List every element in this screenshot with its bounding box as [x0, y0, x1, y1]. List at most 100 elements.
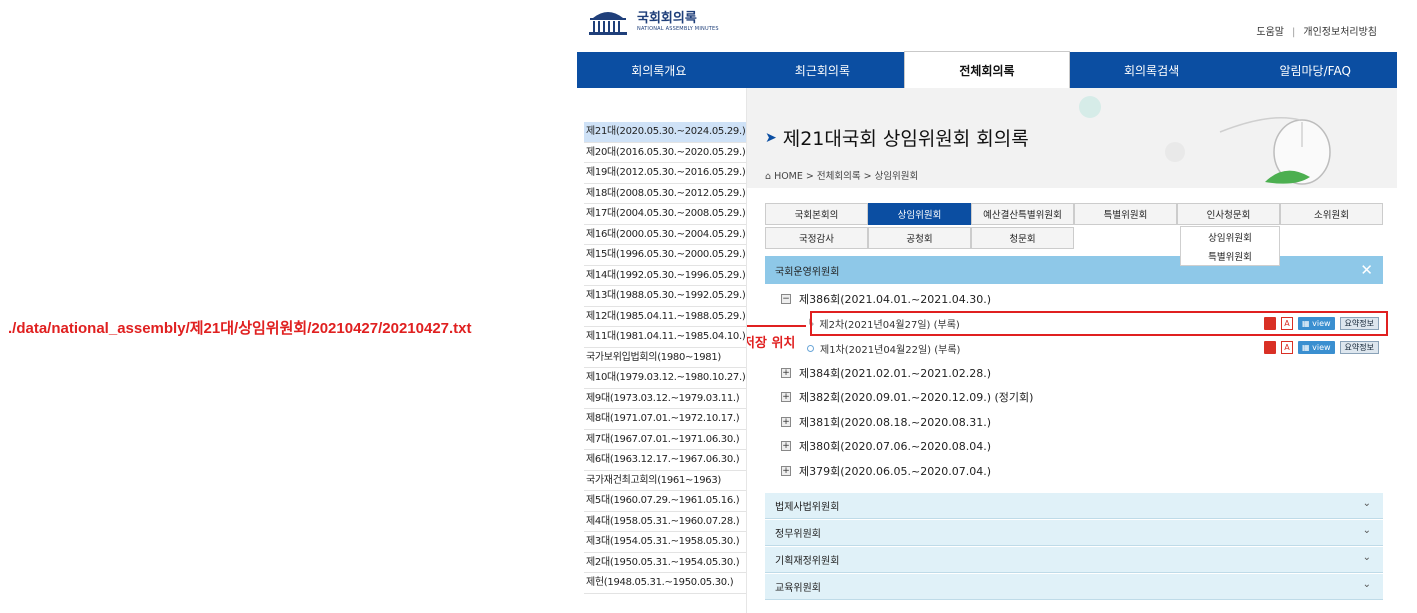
mouse-illustration-icon — [1079, 96, 1331, 185]
session-label: 제381회(2020.08.18.~2020.08.31.) — [799, 415, 991, 429]
sidebar-item[interactable]: 제15대(1996.05.30.~2000.05.29.) — [584, 245, 746, 266]
chevron-down-icon: ⌄ — [1362, 579, 1371, 590]
session-row[interactable]: + 제379회(2020.06.05.~2020.07.04.) — [765, 459, 1383, 484]
sidebar-item[interactable]: 제헌(1948.05.31.~1950.05.30.) — [584, 573, 746, 594]
sidebar-item[interactable]: 제6대(1963.12.17.~1967.06.30.) — [584, 450, 746, 471]
accordion-label: 교육위원회 — [775, 583, 821, 594]
logo-subtitle: NATIONAL ASSEMBLY MINUTES — [637, 26, 719, 32]
sidebar-item[interactable]: 제21대(2020.05.30.~2024.05.29.) — [584, 122, 746, 143]
nav-search[interactable]: 회의록검색 — [1070, 52, 1234, 88]
session-label: 제379회(2020.06.05.~2020.07.04.) — [799, 464, 991, 478]
sidebar-item[interactable]: 제4대(1958.05.31.~1960.07.28.) — [584, 512, 746, 532]
summary-button[interactable]: 요약정보 — [1339, 341, 1379, 354]
tab-standing-committee[interactable]: 상임위원회 — [868, 203, 971, 225]
pdf-download-icon[interactable]: A — [1281, 341, 1294, 354]
sidebar-item[interactable]: 국가보위입법회의(1980~1981) — [584, 348, 746, 368]
dropdown-item-standing[interactable]: 상임위원회 — [1181, 227, 1279, 246]
tab-special-committee[interactable]: 특별위원회 — [1074, 203, 1177, 225]
privacy-link[interactable]: 개인정보처리방침 — [1303, 27, 1377, 38]
save-path-annotation: ./data/national_assembly/제21대/상임위원회/2021… — [8, 320, 472, 337]
tab-subcommittee[interactable]: 소위원회 — [1280, 203, 1383, 225]
session-row[interactable]: − 제386회(2021.04.01.~2021.04.30.) — [765, 287, 1383, 312]
accordion-finance[interactable]: 기획재정위원회 ⌄ — [765, 547, 1383, 573]
session-row[interactable]: + 제381회(2020.08.18.~2020.08.31.) — [765, 410, 1383, 435]
sidebar-item[interactable]: 제18대(2008.05.30.~2012.05.29.) — [584, 184, 746, 204]
assembly-term-sidebar: 제21대(2020.05.30.~2024.05.29.) 제20대(2016.… — [584, 122, 746, 594]
expand-icon[interactable]: + — [781, 465, 791, 476]
view-button[interactable]: ▦ view — [1298, 341, 1335, 354]
highlight-box — [810, 311, 1388, 336]
sidebar-item[interactable]: 제2대(1950.05.31.~1954.05.30.) — [584, 553, 746, 573]
session-label: 제386회(2021.04.01.~2021.04.30.) — [799, 293, 991, 307]
session-label: 제384회(2021.02.01.~2021.02.28.) — [799, 366, 991, 380]
help-link[interactable]: 도움말 — [1256, 27, 1284, 38]
collapse-icon[interactable]: − — [781, 294, 791, 305]
committee-header[interactable]: 국회운영위원회 ✕ — [765, 256, 1383, 284]
utility-links: 도움말 | 개인정보처리방침 — [1256, 27, 1377, 38]
session-row[interactable]: + 제382회(2020.09.01.~2020.12.09.) (정기회) — [765, 385, 1383, 410]
accordion-judiciary[interactable]: 법제사법위원회 ⌄ — [765, 493, 1383, 519]
tab-budget-committee[interactable]: 예산결산특별위원회 — [971, 203, 1074, 225]
chevron-down-icon: ⌄ — [1362, 498, 1371, 509]
tab-confirmation-hearing[interactable]: 인사청문회 — [1177, 203, 1280, 225]
sidebar-item[interactable]: 제17대(2004.05.30.~2008.05.29.) — [584, 204, 746, 225]
session-label: 제380회(2020.07.06.~2020.08.04.) — [799, 440, 991, 454]
bullet-icon — [807, 344, 814, 352]
sidebar-item[interactable]: 제20대(2016.05.30.~2020.05.29.) — [584, 143, 746, 163]
tab-public-hearing[interactable]: 공청회 — [868, 227, 971, 249]
breadcrumb: ⌂ HOME > 전체회의록 > 상임위원회 — [765, 168, 918, 182]
accordion-label: 기획재정위원회 — [775, 556, 840, 567]
sidebar-item[interactable]: 제8대(1971.07.01.~1972.10.17.) — [584, 409, 746, 430]
home-icon: ⌂ — [765, 171, 775, 182]
tab-audit[interactable]: 국정감사 — [765, 227, 868, 249]
page-title-text: 제21대국회 상임위원회 회의록 — [782, 128, 1029, 150]
meeting-type-tabs: 국회본회의 상임위원회 예산결산특별위원회 특별위원회 인사청문회 소위원회 국… — [765, 203, 1383, 251]
accordion-education[interactable]: 교육위원회 ⌄ — [765, 574, 1383, 600]
session-row[interactable]: + 제384회(2021.02.01.~2021.02.28.) — [765, 361, 1383, 386]
chevron-right-icon: ➤ — [765, 129, 777, 146]
main-nav: 회의록개요 최근회의록 전체회의록 회의록검색 알림마당/FAQ — [577, 51, 1397, 88]
hearing-dropdown: 상임위원회 특별위원회 — [1180, 226, 1280, 266]
sidebar-item[interactable]: 제12대(1985.04.11.~1988.05.29.) — [584, 307, 746, 327]
meeting-label[interactable]: 제1차(2021년04월22일) (부록) — [820, 341, 960, 356]
nav-all-minutes[interactable]: 전체회의록 — [904, 51, 1070, 88]
session-row[interactable]: + 제380회(2020.07.06.~2020.08.04.) — [765, 434, 1383, 459]
sidebar-item[interactable]: 제3대(1954.05.31.~1958.05.30.) — [584, 532, 746, 553]
nav-overview[interactable]: 회의록개요 — [577, 52, 741, 88]
sidebar-item[interactable]: 제9대(1973.03.12.~1979.03.11.) — [584, 389, 746, 409]
committee-name: 국회운영위원회 — [775, 266, 840, 278]
nav-notice-faq[interactable]: 알림마당/FAQ — [1233, 52, 1397, 88]
assembly-logo-icon — [589, 12, 627, 35]
sidebar-item[interactable]: 제11대(1981.04.11.~1985.04.10.) — [584, 327, 746, 348]
chevron-down-icon: ⌄ — [1362, 552, 1371, 563]
accordion-political-affairs[interactable]: 정무위원회 ⌄ — [765, 520, 1383, 546]
sidebar-item[interactable]: 국가재건최고회의(1961~1963) — [584, 471, 746, 491]
hwp-download-icon[interactable] — [1264, 341, 1277, 354]
page-title: ➤ 제21대국회 상임위원회 회의록 — [765, 124, 1029, 151]
logo[interactable]: 국회회의록 NATIONAL ASSEMBLY MINUTES — [585, 8, 719, 36]
close-icon[interactable]: ✕ — [1360, 261, 1373, 279]
breadcrumb-text: HOME > 전체회의록 > 상임위원회 — [774, 171, 919, 182]
accordion-label: 법제사법위원회 — [775, 502, 840, 513]
expand-icon[interactable]: + — [781, 367, 791, 378]
sidebar-item[interactable]: 제13대(1988.05.30.~1992.05.29.) — [584, 286, 746, 307]
dropdown-item-special[interactable]: 특별위원회 — [1181, 246, 1279, 265]
meeting-row[interactable]: 제1차(2021년04월22일) (부록) A ▦ view 요약정보 — [765, 336, 1383, 361]
expand-icon[interactable]: + — [781, 416, 791, 427]
sidebar-item[interactable]: 제14대(1992.05.30.~1996.05.29.) — [584, 266, 746, 286]
chevron-down-icon: ⌄ — [1362, 525, 1371, 536]
expand-icon[interactable]: + — [781, 392, 791, 403]
site-header: 국회회의록 NATIONAL ASSEMBLY MINUTES 도움말 | 개인정보… — [577, 0, 1397, 52]
sidebar-item[interactable]: 제10대(1979.03.12.~1980.10.27.) — [584, 368, 746, 389]
sidebar-item[interactable]: 제19대(2012.05.30.~2016.05.29.) — [584, 163, 746, 184]
sidebar-item[interactable]: 제16대(2000.05.30.~2004.05.29.) — [584, 225, 746, 245]
nav-recent[interactable]: 최근회의록 — [741, 52, 905, 88]
sidebar-item[interactable]: 제5대(1960.07.29.~1961.05.16.) — [584, 491, 746, 512]
accordion-label: 정무위원회 — [775, 529, 821, 540]
logo-title: 국회회의록 — [637, 11, 697, 26]
expand-icon[interactable]: + — [781, 441, 791, 452]
session-label: 제382회(2020.09.01.~2020.12.09.) (정기회) — [799, 391, 1034, 405]
tab-plenary[interactable]: 국회본회의 — [765, 203, 868, 225]
sidebar-item[interactable]: 제7대(1967.07.01.~1971.06.30.) — [584, 430, 746, 450]
tab-hearing[interactable]: 청문회 — [971, 227, 1074, 249]
